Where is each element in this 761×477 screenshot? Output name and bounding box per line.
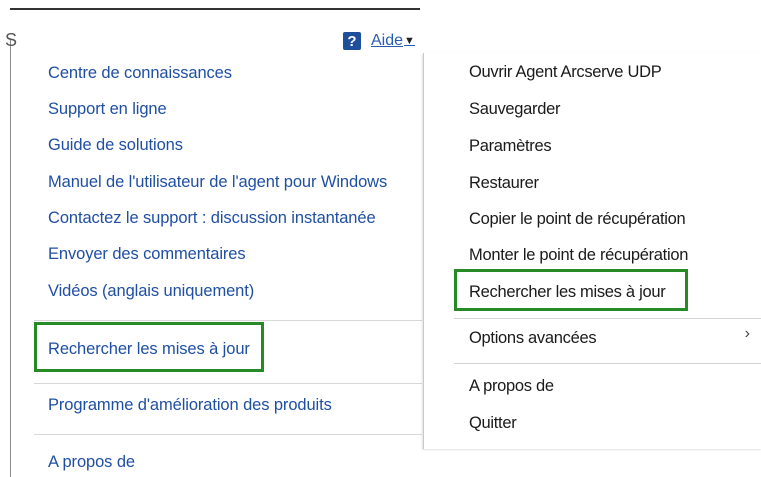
- highlight-box: [454, 269, 688, 311]
- menu-item-open-agent[interactable]: Ouvrir Agent Arcserve UDP: [469, 63, 662, 82]
- menu-item-copy-recovery-point[interactable]: Copier le point de récupération: [469, 210, 686, 229]
- left-border: [10, 40, 11, 477]
- help-header: ? Aide ▼: [343, 30, 415, 52]
- clipped-text: S: [5, 30, 18, 50]
- menu-item-settings[interactable]: Paramètres: [469, 137, 552, 156]
- menu-item-backup[interactable]: Sauvegarder: [469, 100, 560, 119]
- question-mark-icon[interactable]: ?: [343, 32, 361, 50]
- menu-item-videos[interactable]: Vidéos (anglais uniquement): [48, 282, 254, 301]
- menu-item-advanced-options[interactable]: Options avancées: [469, 329, 597, 348]
- menu-item-online-support[interactable]: Support en ligne: [48, 100, 167, 119]
- menu-separator: [34, 320, 422, 321]
- menu-item-live-chat[interactable]: Contactez le support : discussion instan…: [48, 209, 376, 228]
- menu-item-user-guide[interactable]: Manuel de l'utilisateur de l'agent pour …: [48, 173, 387, 192]
- menu-separator: [454, 363, 761, 364]
- aide-menu-button[interactable]: Aide ▼: [371, 32, 415, 50]
- menu-item-restore[interactable]: Restaurer: [469, 174, 539, 193]
- menu-item-quit[interactable]: Quitter: [469, 414, 517, 433]
- menu-item-about[interactable]: A propos de: [469, 377, 554, 396]
- menu-item-feedback[interactable]: Envoyer des commentaires: [48, 245, 246, 264]
- aide-label: Aide: [371, 32, 404, 49]
- menu-item-solutions-guide[interactable]: Guide de solutions: [48, 136, 183, 155]
- menu-item-mount-recovery-point[interactable]: Monter le point de récupération: [469, 246, 688, 265]
- menu-separator: [34, 434, 422, 435]
- menu-item-improvement-program[interactable]: Programme d'amélioration des produits: [48, 396, 332, 415]
- caret-down-icon: ▼: [404, 35, 415, 47]
- menu-item-knowledge-center[interactable]: Centre de connaissances: [48, 64, 232, 83]
- tray-context-menu: Ouvrir Agent Arcserve UDP Sauvegarder Pa…: [423, 53, 761, 449]
- highlight-box: [34, 322, 264, 372]
- top-divider: [10, 8, 420, 10]
- menu-separator: [34, 383, 422, 384]
- menu-item-about[interactable]: A propos de: [48, 453, 135, 472]
- menu-separator: [454, 318, 761, 319]
- chevron-right-icon: ›: [744, 325, 750, 342]
